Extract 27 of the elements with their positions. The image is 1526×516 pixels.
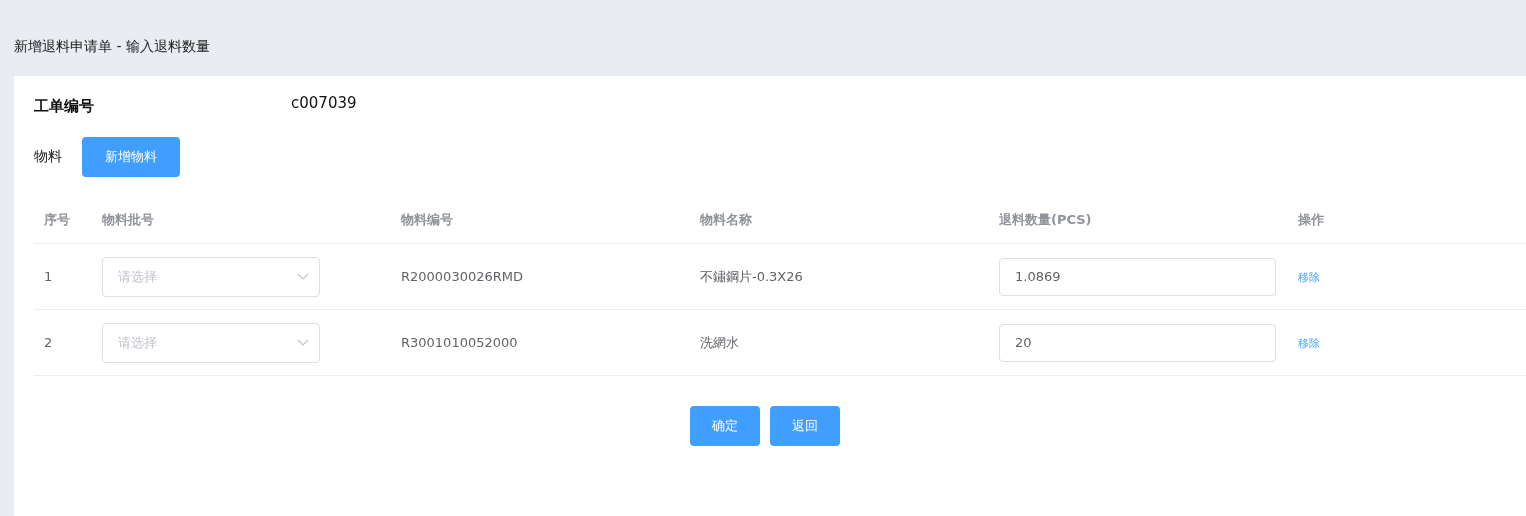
chevron-down-icon (297, 273, 309, 280)
back-button[interactable]: 返回 (770, 406, 840, 446)
work-order-label: 工单编号 (34, 96, 95, 116)
table-cell-text: 洗網水 (700, 333, 740, 352)
confirm-button[interactable]: 确定 (690, 406, 760, 446)
add-material-button[interactable]: 新增物料 (82, 137, 180, 177)
column-header: 物料批号 (102, 211, 155, 229)
table-cell-text: R3001010052000 (401, 335, 519, 350)
quantity-input[interactable]: 1.0869 (999, 257, 1276, 296)
table-cell-text: 1 (44, 269, 54, 284)
column-header: 退料数量(PCS) (999, 211, 1093, 229)
batch-select[interactable]: 请选择 (102, 322, 320, 363)
material-label: 物料 (34, 148, 62, 166)
page-title: 新增退料申请单 - 输入退料数量 (14, 37, 211, 56)
chevron-down-icon (297, 339, 309, 346)
column-header: 操作 (1298, 211, 1325, 229)
remove-link[interactable]: 移除 (1298, 336, 1320, 350)
batch-select[interactable]: 请选择 (102, 256, 320, 297)
work-order-value: c007039 (291, 94, 357, 112)
table-cell-text: 不鏽鋼片-0.3X26 (700, 267, 804, 286)
remove-link[interactable]: 移除 (1298, 270, 1320, 284)
column-header: 物料名称 (700, 211, 753, 229)
table-cell-text: 2 (44, 335, 54, 350)
table-cell-text: R2000030026RMD (401, 269, 524, 284)
quantity-input[interactable]: 20 (999, 323, 1276, 362)
column-header: 物料编号 (401, 211, 454, 229)
column-header: 序号 (44, 211, 71, 229)
